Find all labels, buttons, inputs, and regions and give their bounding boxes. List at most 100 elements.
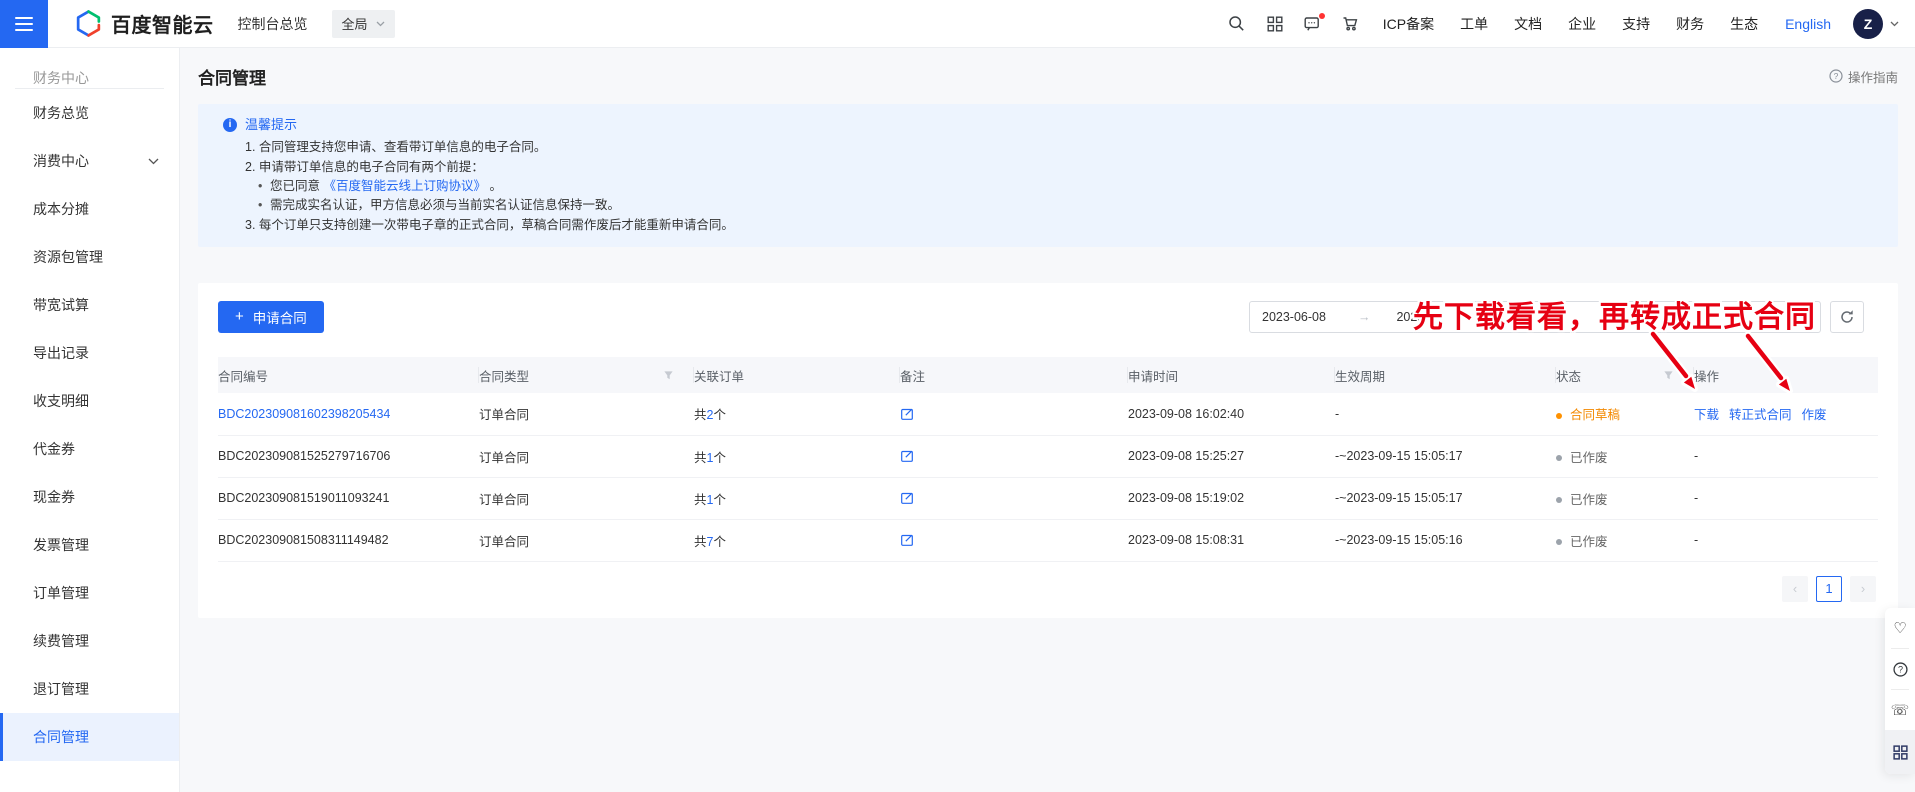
help-circle-icon: ?	[1829, 69, 1843, 83]
pagination-next-button[interactable]: ›	[1850, 576, 1876, 602]
favorite-button[interactable]: ♡	[1885, 608, 1915, 648]
qr-code-button[interactable]	[1885, 730, 1915, 774]
sidebar-item-13[interactable]: 合同管理	[0, 713, 179, 761]
column-header-0: 合同编号	[218, 357, 479, 393]
row-0-action-void[interactable]: 作废	[1802, 408, 1827, 422]
row-0-action-convert-formal[interactable]: 转正式合同	[1729, 408, 1792, 422]
sidebar-section-title: 财务中心	[0, 48, 179, 88]
apply-time: 2023-09-08 15:19:02	[1128, 477, 1335, 519]
top-nav-link-2[interactable]: 文档	[1514, 14, 1542, 34]
sidebar-item-label: 成本分摊	[33, 201, 89, 217]
refresh-icon	[1839, 309, 1855, 325]
scope-selector[interactable]: 全局	[332, 10, 395, 38]
note-cell	[900, 393, 1128, 435]
main-content: 合同管理 ? 操作指南 i 温馨提示 1. 合同管理支持您申请、查看带订单信息的…	[180, 48, 1915, 792]
apply-contract-button[interactable]: + 申请合同	[218, 301, 324, 333]
top-nav-link-5[interactable]: 财务	[1676, 14, 1704, 34]
sidebar-item-11[interactable]: 续费管理	[0, 617, 179, 665]
chevron-down-icon	[148, 158, 159, 165]
pagination-prev-button[interactable]: ‹	[1782, 576, 1808, 602]
page-title: 合同管理	[198, 64, 266, 89]
help-circle-icon: ?	[1893, 662, 1908, 677]
sidebar-item-label: 退订管理	[33, 681, 89, 697]
sidebar-item-2[interactable]: 成本分摊	[0, 185, 179, 233]
sidebar-item-7[interactable]: 代金券	[0, 425, 179, 473]
sidebar-item-9[interactable]: 发票管理	[0, 521, 179, 569]
column-header-4: 申请时间	[1128, 357, 1335, 393]
avatar[interactable]: Z	[1853, 9, 1883, 39]
scope-label: 全局	[342, 14, 368, 33]
baidu-cloud-logo-icon	[75, 10, 102, 37]
status-dot	[1556, 497, 1562, 503]
annotation-arrow-1	[1653, 334, 1695, 389]
cart-icon[interactable]	[1332, 0, 1370, 48]
refresh-button[interactable]	[1830, 301, 1864, 333]
help-button[interactable]: ?	[1885, 649, 1915, 689]
top-nav-link-6[interactable]: 生态	[1730, 14, 1758, 34]
effective-period: -~2023-09-15 15:05:17	[1335, 435, 1556, 477]
notice-line-3: 3. 每个订单只支持创建一次带电子章的正式合同，草稿合同需作废后才能重新申请合同…	[214, 216, 1882, 235]
sidebar-item-3[interactable]: 资源包管理	[0, 233, 179, 281]
status-badge: 合同草稿	[1570, 408, 1620, 422]
apps-grid-icon[interactable]	[1256, 0, 1294, 48]
sidebar-item-label: 合同管理	[33, 729, 89, 745]
column-header-3: 备注	[900, 357, 1128, 393]
sidebar-item-6[interactable]: 收支明细	[0, 377, 179, 425]
status-dot	[1556, 455, 1562, 461]
effective-period: -~2023-09-15 15:05:17	[1335, 477, 1556, 519]
account-chevron-down-icon[interactable]	[1890, 21, 1899, 27]
contract-type: 订单合同	[479, 393, 694, 435]
language-toggle-english[interactable]: English	[1785, 16, 1831, 32]
message-icon[interactable]	[1294, 0, 1332, 48]
sidebar-item-12[interactable]: 退订管理	[0, 665, 179, 713]
sidebar-item-label: 财务总览	[33, 105, 89, 121]
date-from-value[interactable]: 2023-06-08	[1262, 310, 1326, 324]
pagination-page-1[interactable]: 1	[1816, 576, 1842, 602]
row-1-actions-empty: -	[1694, 449, 1698, 463]
sidebar-item-4[interactable]: 带宽试算	[0, 281, 179, 329]
sidebar-nav: 财务总览消费中心成本分摊资源包管理带宽试算导出记录收支明细代金券现金券发票管理订…	[0, 89, 179, 761]
row-3-actions-empty: -	[1694, 533, 1698, 547]
annotation-arrow-2	[1748, 336, 1790, 391]
top-nav-link-3[interactable]: 企业	[1568, 14, 1596, 34]
sidebar-item-0[interactable]: 财务总览	[0, 89, 179, 137]
contact-phone-button[interactable]: ☏	[1885, 690, 1915, 730]
apply-time: 2023-09-08 15:25:27	[1128, 435, 1335, 477]
sidebar-item-10[interactable]: 订单管理	[0, 569, 179, 617]
sidebar-item-label: 代金券	[33, 441, 75, 457]
top-nav-link-0[interactable]: ICP备案	[1383, 14, 1434, 34]
operation-guide-link[interactable]: ? 操作指南	[1829, 67, 1898, 86]
notice-bullet-1: 您已同意 《百度智能云线上订购协议》 。	[214, 177, 1882, 196]
contract-id: BDC202309081525279716706	[218, 449, 390, 463]
effective-period: -~2023-09-15 15:05:16	[1335, 519, 1556, 561]
chevron-down-icon	[376, 21, 385, 27]
row-0-action-download[interactable]: 下载	[1694, 408, 1719, 422]
apply-time: 2023-09-08 16:02:40	[1128, 393, 1335, 435]
contract-id[interactable]: BDC202309081602398205434	[218, 407, 390, 421]
sidebar-item-label: 发票管理	[33, 537, 89, 553]
top-nav-link-4[interactable]: 支持	[1622, 14, 1650, 34]
note-edit-icon[interactable]	[900, 533, 914, 547]
hamburger-menu-button[interactable]	[0, 0, 48, 48]
heart-icon: ♡	[1893, 619, 1906, 637]
search-icon[interactable]	[1218, 0, 1256, 48]
note-edit-icon[interactable]	[900, 449, 914, 463]
brand[interactable]: 百度智能云	[75, 9, 214, 38]
top-nav-link-1[interactable]: 工单	[1460, 14, 1488, 34]
sidebar-item-label: 订单管理	[33, 585, 89, 601]
filter-icon[interactable]	[663, 370, 674, 381]
status-badge: 已作废	[1570, 493, 1608, 507]
notice-bullet-2: 需完成实名认证，甲方信息必须与当前实名认证信息保持一致。	[214, 196, 1882, 215]
note-edit-icon[interactable]	[900, 407, 914, 421]
topbar: 百度智能云 控制台总览 全局 ICP备案 工单 文档 企业 支持 财务 生态 English…	[0, 0, 1915, 48]
note-edit-icon[interactable]	[900, 491, 914, 505]
sidebar-item-8[interactable]: 现金券	[0, 473, 179, 521]
console-overview-link[interactable]: 控制台总览	[238, 14, 308, 34]
note-cell	[900, 519, 1128, 561]
pagination: ‹ 1 ›	[218, 576, 1878, 602]
related-orders: 共7个	[694, 519, 900, 561]
sidebar-item-1[interactable]: 消费中心	[0, 137, 179, 185]
top-nav: ICP备案 工单 文档 企业 支持 财务 生态	[1370, 14, 1771, 34]
sidebar-item-5[interactable]: 导出记录	[0, 329, 179, 377]
purchase-agreement-link[interactable]: 《百度智能云线上订购协议》	[323, 179, 486, 193]
